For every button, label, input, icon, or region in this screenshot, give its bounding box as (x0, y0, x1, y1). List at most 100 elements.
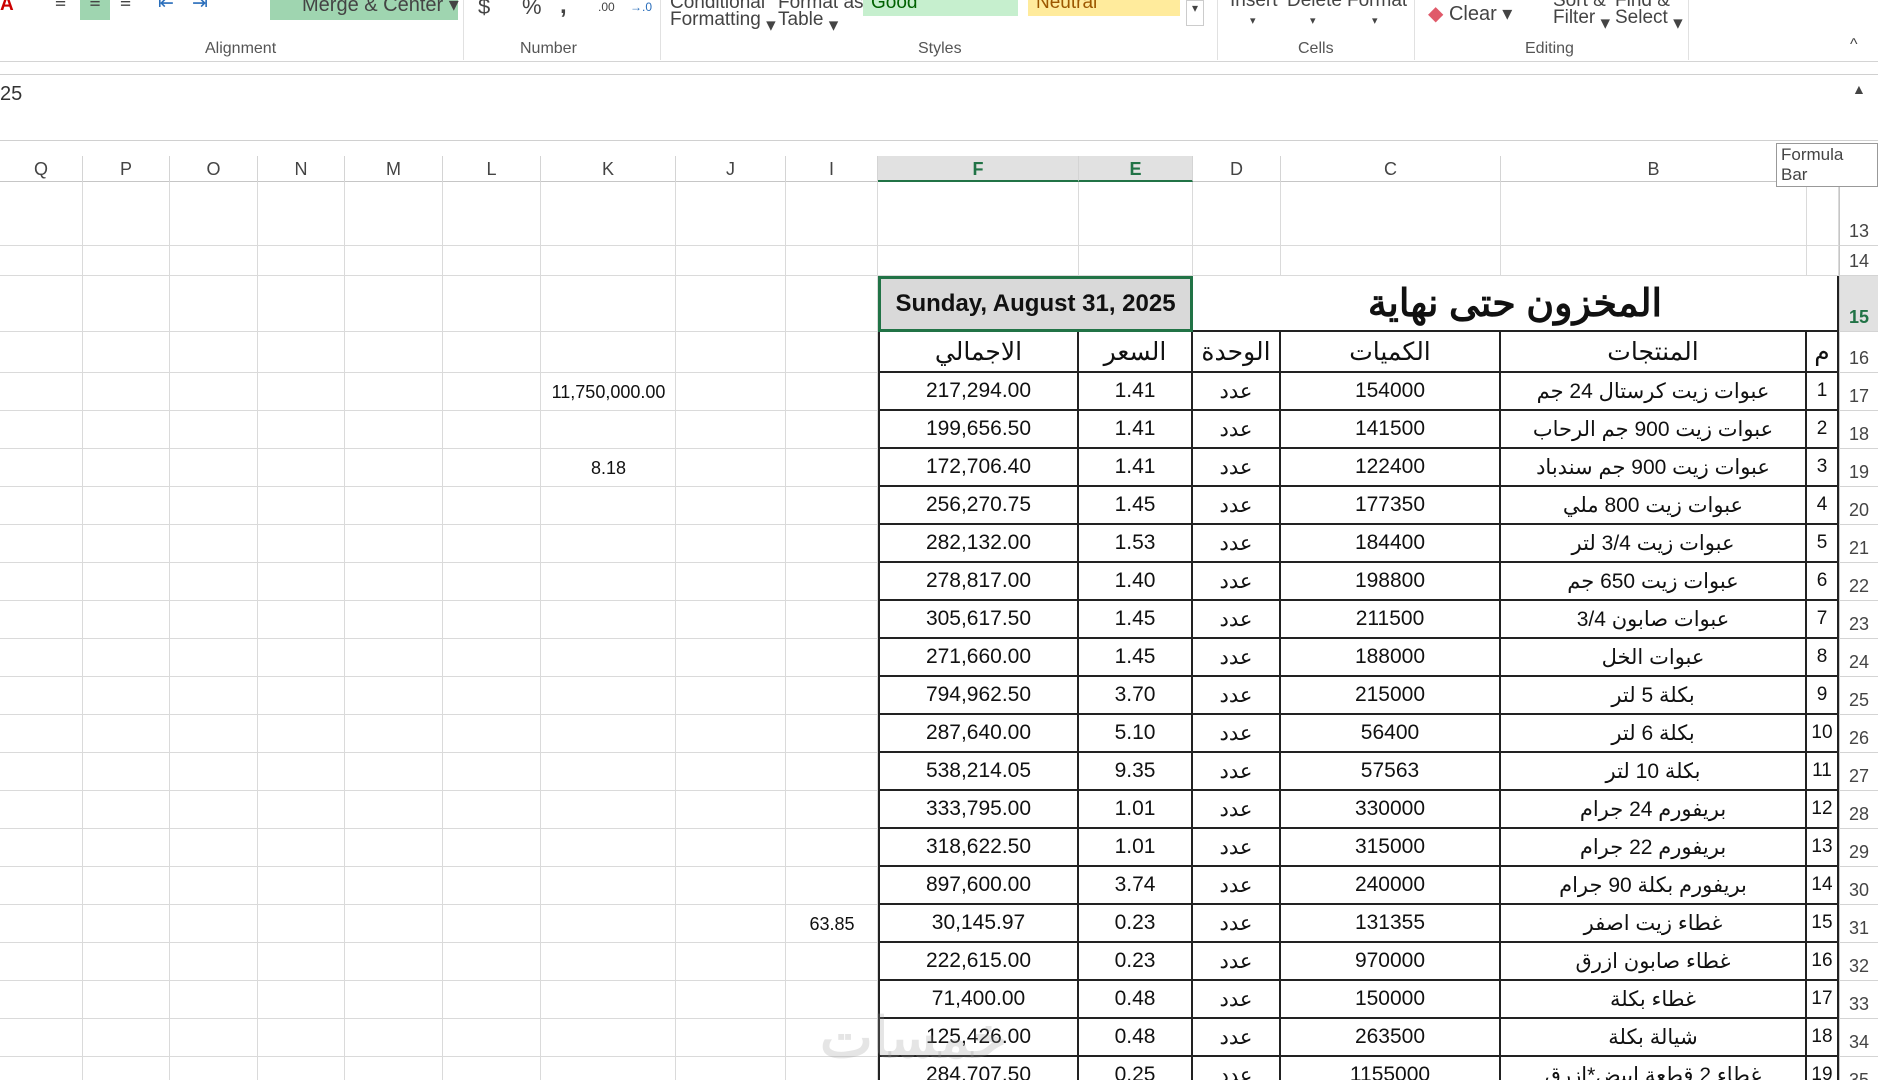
cell-unit[interactable]: عدد (1193, 867, 1281, 905)
column-header-m[interactable]: M (345, 156, 443, 182)
cell-k17[interactable]: 11,750,000.00 (541, 373, 676, 411)
decrease-decimal-icon[interactable]: →.0 (630, 0, 652, 14)
column-header-d[interactable]: D (1193, 156, 1281, 182)
row-header-23[interactable]: 23 (1839, 601, 1878, 639)
cell-qty[interactable]: 184400 (1281, 525, 1501, 563)
cell-product[interactable]: عبوات الخل (1501, 639, 1807, 677)
row-header-33[interactable]: 33 (1839, 981, 1878, 1019)
cell-price[interactable]: 1.41 (1079, 449, 1193, 487)
cell-index[interactable]: 3 (1807, 449, 1839, 487)
cell-qty[interactable]: 122400 (1281, 449, 1501, 487)
sheet-grid[interactable]: 13 14 15 16 17 18 19 20 21 22 23 24 25 26 27 28 29 30 31 32… (0, 182, 1878, 1080)
cell-i31[interactable]: 63.85 (786, 905, 878, 943)
cell-product[interactable]: بكلة 5 لتر (1501, 677, 1807, 715)
column-header-i[interactable]: I (786, 156, 878, 182)
row-header-29[interactable]: 29 (1839, 829, 1878, 867)
column-header-c[interactable]: C (1281, 156, 1501, 182)
cell-price[interactable]: 1.01 (1079, 829, 1193, 867)
row-header-30[interactable]: 30 (1839, 867, 1878, 905)
cell-price[interactable]: 1.45 (1079, 487, 1193, 525)
cell-index[interactable]: 11 (1807, 753, 1839, 791)
style-good[interactable]: Good (863, 0, 1018, 16)
cell-unit[interactable]: عدد (1193, 677, 1281, 715)
font-color-icon[interactable]: A (0, 0, 14, 16)
cell-price[interactable]: 1.41 (1079, 373, 1193, 411)
cell-total[interactable]: 282,132.00 (878, 525, 1079, 563)
collapse-ribbon-icon[interactable]: ^ (1850, 36, 1858, 54)
cell-price[interactable]: 1.45 (1079, 639, 1193, 677)
cell-product[interactable]: غطاء صابون ازرق (1501, 943, 1807, 981)
cell-index[interactable]: 7 (1807, 601, 1839, 639)
cell-price[interactable]: 9.35 (1079, 753, 1193, 791)
cell-unit[interactable]: عدد (1193, 791, 1281, 829)
cell-qty[interactable]: 57563 (1281, 753, 1501, 791)
cell-product[interactable]: غطاء بكلة (1501, 981, 1807, 1019)
cell-product[interactable]: عبوات زيت 900 جم الرحاب (1501, 411, 1807, 449)
cell-qty[interactable]: 198800 (1281, 563, 1501, 601)
currency-button[interactable]: $ (478, 0, 490, 20)
cell-total[interactable]: 172,706.40 (878, 449, 1079, 487)
cell-qty[interactable]: 154000 (1281, 373, 1501, 411)
row-header-20[interactable]: 20 (1839, 487, 1878, 525)
cell-product[interactable]: عبوات زيت 650 جم (1501, 563, 1807, 601)
column-header-p[interactable]: P (83, 156, 170, 182)
row-header-15[interactable]: 15 (1839, 276, 1878, 332)
align-left-icon[interactable]: ≡ (55, 0, 66, 14)
merge-center-button[interactable]: Merge & Center ▾ (270, 0, 459, 20)
cell-product[interactable]: عبوات صابون 3/4 (1501, 601, 1807, 639)
find-select-button[interactable]: Find & Select ▾ (1615, 0, 1683, 35)
row-header-32[interactable]: 32 (1839, 943, 1878, 981)
cell-unit[interactable]: عدد (1193, 411, 1281, 449)
cell-total[interactable]: 222,615.00 (878, 943, 1079, 981)
cell-index[interactable]: 12 (1807, 791, 1839, 829)
cell-price[interactable]: 0.23 (1079, 943, 1193, 981)
cell-unit[interactable]: عدد (1193, 525, 1281, 563)
cell-unit[interactable]: عدد (1193, 905, 1281, 943)
cell-product[interactable]: بكلة 10 لتر (1501, 753, 1807, 791)
cell-total[interactable]: 256,270.75 (878, 487, 1079, 525)
cell-unit[interactable]: عدد (1193, 1019, 1281, 1057)
cell-index[interactable]: 4 (1807, 487, 1839, 525)
sheet-title[interactable]: المخزون حتى نهاية (1193, 276, 1839, 332)
cell-total[interactable]: 287,640.00 (878, 715, 1079, 753)
row-header-16[interactable]: 16 (1839, 332, 1878, 373)
cell-qty[interactable]: 150000 (1281, 981, 1501, 1019)
cell-total[interactable]: 333,795.00 (878, 791, 1079, 829)
cell-price[interactable]: 1.41 (1079, 411, 1193, 449)
cell-qty[interactable]: 141500 (1281, 411, 1501, 449)
cell-unit[interactable]: عدد (1193, 373, 1281, 411)
increase-decimal-icon[interactable]: .00 (598, 0, 615, 14)
align-right-icon[interactable]: ≡ (120, 0, 131, 14)
cell-price[interactable]: 0.23 (1079, 905, 1193, 943)
cell-price[interactable]: 0.25 (1079, 1057, 1193, 1080)
cell-qty[interactable]: 215000 (1281, 677, 1501, 715)
cell-index[interactable]: 9 (1807, 677, 1839, 715)
column-header-e[interactable]: E (1079, 156, 1193, 182)
cell-index[interactable]: 19 (1807, 1057, 1839, 1080)
header-price[interactable]: السعر (1079, 332, 1193, 373)
cell-price[interactable]: 3.70 (1079, 677, 1193, 715)
cell-qty[interactable]: 188000 (1281, 639, 1501, 677)
format-as-table-button[interactable]: Format as Table ▾ (778, 0, 864, 37)
sort-filter-button[interactable]: Sort & Filter ▾ (1553, 0, 1610, 35)
cell-qty[interactable]: 1155000 (1281, 1057, 1501, 1080)
cell-qty[interactable]: 263500 (1281, 1019, 1501, 1057)
cell-product[interactable]: عبوات زيت 900 جم سندباد (1501, 449, 1807, 487)
cell-price[interactable]: 5.10 (1079, 715, 1193, 753)
cell-qty[interactable]: 240000 (1281, 867, 1501, 905)
header-product[interactable]: المنتجات (1501, 332, 1807, 373)
cell-product[interactable]: بكلة 6 لتر (1501, 715, 1807, 753)
cell-total[interactable]: 318,622.50 (878, 829, 1079, 867)
cell-total[interactable]: 305,617.50 (878, 601, 1079, 639)
cell-index[interactable]: 15 (1807, 905, 1839, 943)
cell-qty[interactable]: 315000 (1281, 829, 1501, 867)
cell-unit[interactable]: عدد (1193, 715, 1281, 753)
cell-price[interactable]: 1.40 (1079, 563, 1193, 601)
cell-product[interactable]: بريفورم بكلة 90 جرام (1501, 867, 1807, 905)
cell-unit[interactable]: عدد (1193, 487, 1281, 525)
format-button[interactable]: Format (1347, 0, 1407, 12)
formula-collapse-icon[interactable]: ▲ (1852, 81, 1866, 97)
header-qty[interactable]: الكميات (1281, 332, 1501, 373)
insert-button[interactable]: Insert (1230, 0, 1278, 12)
cell-product[interactable]: شيالة بكلة (1501, 1019, 1807, 1057)
